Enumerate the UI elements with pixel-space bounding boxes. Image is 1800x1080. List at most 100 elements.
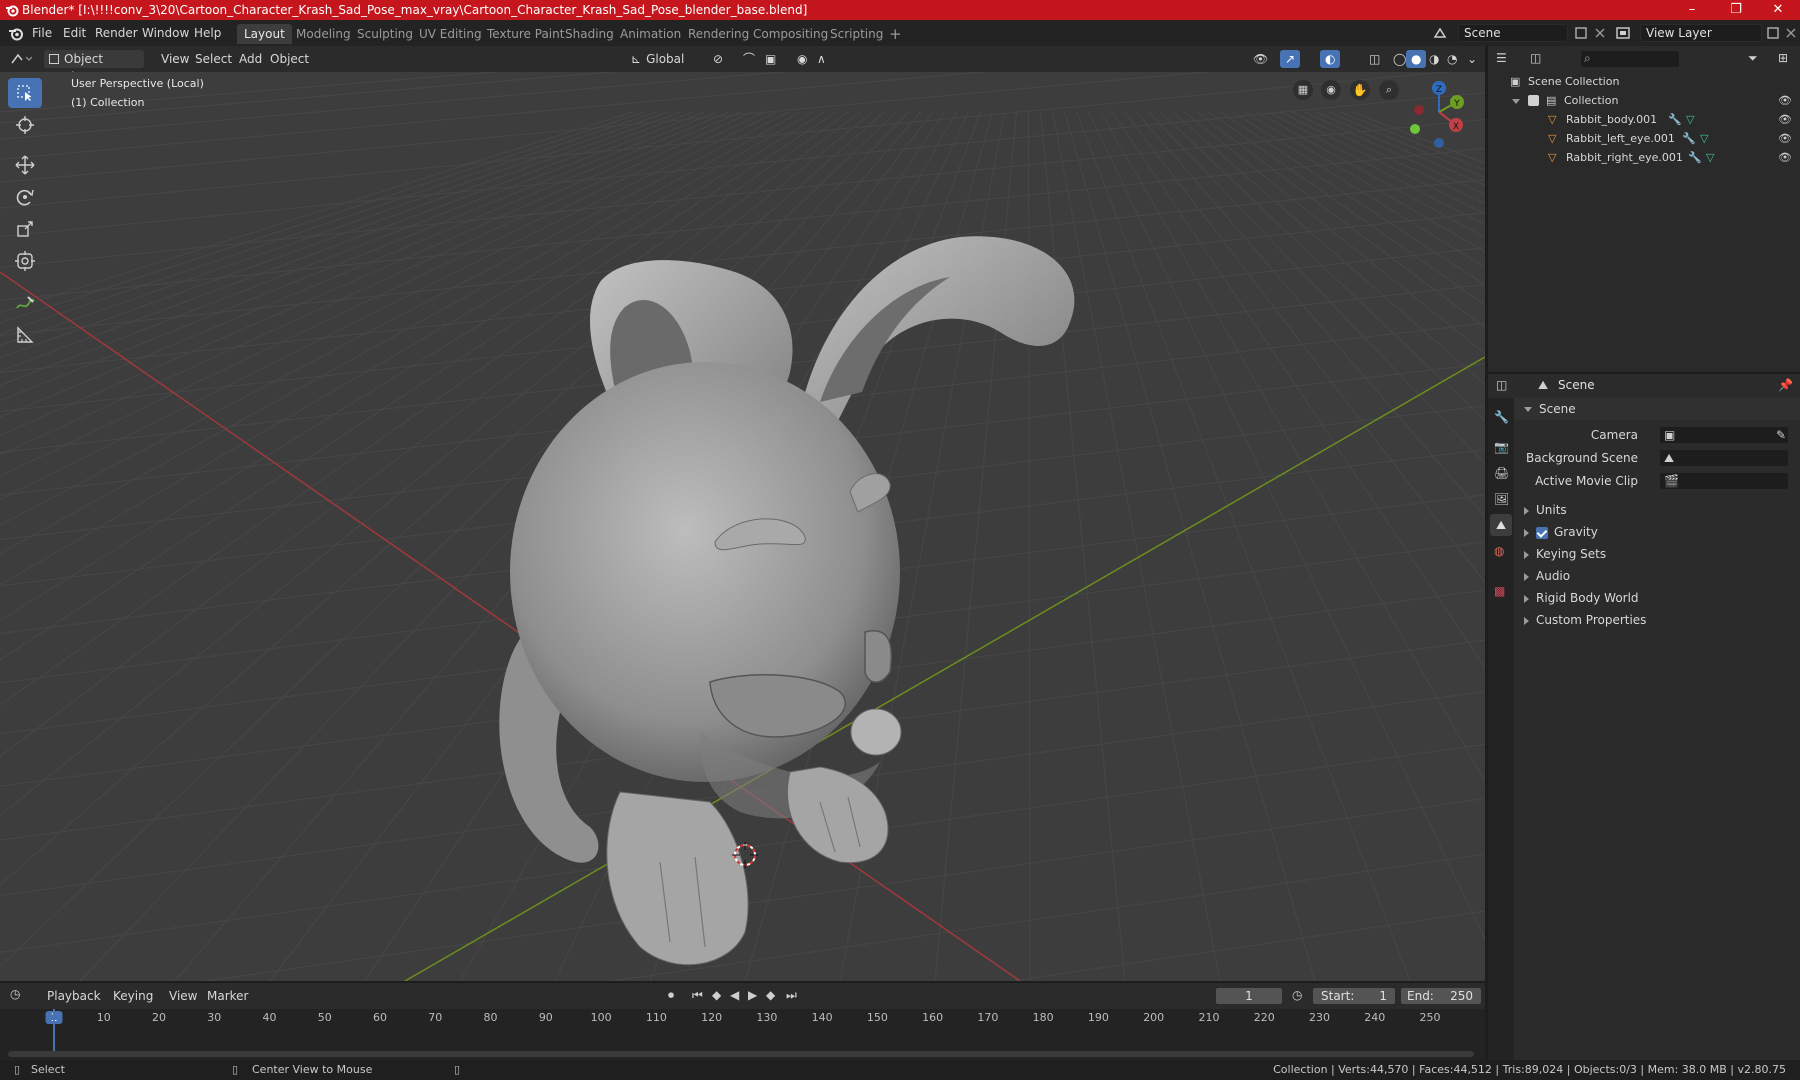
menu-marker[interactable]: Marker: [202, 987, 253, 1005]
current-frame-field[interactable]: 1: [1215, 987, 1283, 1005]
menu-playback[interactable]: Playback: [42, 987, 106, 1005]
xray-toggle-icon[interactable]: ◫: [1364, 50, 1385, 68]
measure-tool-icon[interactable]: [8, 320, 42, 350]
scene-tab-icon[interactable]: ⛰: [1490, 514, 1512, 536]
rotate-tool-icon[interactable]: [8, 182, 42, 212]
preview-range-icon[interactable]: ◷: [1292, 988, 1302, 1002]
proportional-editing-icon[interactable]: ◉: [792, 50, 812, 68]
audio-panel-header[interactable]: Audio: [1514, 565, 1800, 587]
jump-end-icon[interactable]: ⏭: [786, 988, 797, 1003]
outliner-row-collection[interactable]: ▤ Collection 👁: [1488, 91, 1800, 110]
scene-panel-header[interactable]: Scene: [1514, 398, 1800, 420]
mesh-data-icon[interactable]: ▽: [1706, 148, 1714, 167]
menu-render[interactable]: Render: [95, 25, 138, 42]
new-view-layer-icon[interactable]: [1766, 26, 1780, 40]
scene-icon[interactable]: [1432, 25, 1448, 41]
tab-layout[interactable]: Layout: [237, 24, 292, 44]
pin-icon[interactable]: 📌: [1778, 378, 1793, 392]
playhead[interactable]: [53, 1009, 55, 1051]
pan-hand-icon[interactable]: ✋: [1350, 80, 1370, 100]
move-tool-icon[interactable]: [8, 150, 42, 180]
menu-keying[interactable]: Keying: [108, 987, 158, 1005]
scene-selector[interactable]: Scene: [1458, 24, 1568, 42]
rabbit-model[interactable]: [499, 236, 1075, 966]
transform-orientation-selector[interactable]: ⊾ Global: [626, 50, 698, 68]
eyedropper-icon[interactable]: ✎: [1776, 424, 1786, 446]
rigid-body-world-panel-header[interactable]: Rigid Body World: [1514, 587, 1800, 609]
view-layer-icon[interactable]: [1615, 25, 1631, 41]
close-button[interactable]: ✕: [1756, 0, 1800, 20]
modifier-wrench-icon[interactable]: 🔧: [1682, 129, 1696, 148]
visibility-eye-icon[interactable]: 👁: [1778, 129, 1792, 148]
outliner-row-scene-collection[interactable]: ▣ Scene Collection: [1488, 72, 1800, 91]
tool-tab-icon[interactable]: 🔧: [1494, 410, 1509, 424]
menu-add[interactable]: Add: [234, 50, 267, 68]
visibility-eye-icon[interactable]: 👁: [1778, 91, 1792, 110]
jump-start-icon[interactable]: ⏮: [692, 988, 703, 1003]
tab-sculpting[interactable]: Sculpting: [350, 24, 420, 44]
overlays-toggle-icon[interactable]: ◐: [1320, 50, 1341, 68]
properties-editor-icon[interactable]: ◫: [1496, 378, 1507, 392]
delete-view-layer-icon[interactable]: [1784, 26, 1798, 40]
end-frame-field[interactable]: End: 250: [1400, 987, 1482, 1005]
grid-view-icon[interactable]: ▦: [1293, 80, 1313, 100]
keying-sets-panel-header[interactable]: Keying Sets: [1514, 543, 1800, 565]
render-tab-icon[interactable]: 📷: [1494, 440, 1509, 454]
mesh-data-icon[interactable]: ▽: [1686, 110, 1694, 129]
tab-modeling[interactable]: Modeling: [289, 24, 358, 44]
menu-object[interactable]: Object: [265, 50, 314, 68]
menu-window[interactable]: Window: [142, 25, 189, 42]
prev-keyframe-icon[interactable]: ◆: [712, 988, 721, 1002]
outliner-editor-icon[interactable]: ☰: [1496, 51, 1507, 65]
units-panel-header[interactable]: Units: [1514, 499, 1800, 521]
pivot-point-icon[interactable]: ⊘: [708, 50, 728, 68]
new-collection-icon[interactable]: ⊞: [1778, 51, 1788, 65]
visibility-eye-icon[interactable]: 👁: [1778, 110, 1792, 129]
menu-edit[interactable]: Edit: [63, 25, 86, 42]
shading-options-icon[interactable]: ⌄: [1462, 50, 1482, 68]
custom-properties-panel-header[interactable]: Custom Properties: [1514, 609, 1800, 631]
world-tab-icon[interactable]: ◍: [1494, 544, 1504, 558]
cursor-tool-icon[interactable]: [8, 110, 42, 140]
add-workspace-button[interactable]: +: [882, 24, 909, 44]
snap-target-icon[interactable]: ▣: [760, 50, 781, 68]
visibility-icon[interactable]: 👁: [1248, 50, 1273, 68]
editor-type-icon[interactable]: [10, 51, 34, 67]
expand-arrow-icon[interactable]: [1512, 91, 1527, 110]
mode-selector[interactable]: Object Mode: [44, 50, 144, 84]
play-reverse-icon[interactable]: ◀: [730, 988, 739, 1002]
gizmo-toggle-icon[interactable]: ↗: [1280, 50, 1301, 68]
zoom-icon[interactable]: ⌕: [1379, 80, 1399, 100]
3d-viewport[interactable]: User Perspective (Local) (1) Collection …: [0, 72, 1485, 981]
tab-shading[interactable]: Shading: [558, 24, 621, 44]
view-layer-tab-icon[interactable]: 🖼: [1494, 492, 1509, 506]
snap-icon[interactable]: ⌒: [738, 50, 760, 68]
select-box-tool-icon[interactable]: [8, 78, 42, 108]
timeline-area[interactable]: 1102030405060708090100110120130140150160…: [0, 1009, 1485, 1060]
texture-tab-icon[interactable]: ▩: [1494, 584, 1505, 598]
menu-select[interactable]: Select: [190, 50, 237, 68]
modifier-wrench-icon[interactable]: 🔧: [1668, 110, 1682, 129]
menu-file[interactable]: File: [32, 25, 52, 42]
start-frame-field[interactable]: Start: 1: [1312, 987, 1396, 1005]
menu-view[interactable]: View: [156, 50, 194, 68]
outliner-row-object[interactable]: ▽ Rabbit_right_eye.001 🔧 ▽ 👁: [1488, 148, 1800, 167]
camera-view-icon[interactable]: ◉: [1321, 80, 1341, 100]
menu-help[interactable]: Help: [194, 25, 221, 42]
rendered-shading-icon[interactable]: ◔: [1442, 50, 1462, 68]
play-icon[interactable]: ▶: [748, 988, 757, 1002]
display-mode-icon[interactable]: ◫: [1530, 51, 1541, 65]
annotate-tool-icon[interactable]: [8, 288, 42, 318]
tab-scripting[interactable]: Scripting: [823, 24, 890, 44]
navigation-gizmo[interactable]: Z Y X: [1402, 72, 1482, 152]
timeline-scrollbar[interactable]: [8, 1051, 1474, 1057]
falloff-icon[interactable]: ∧: [812, 50, 831, 68]
maximize-button[interactable]: ❐: [1714, 0, 1758, 20]
modifier-wrench-icon[interactable]: 🔧: [1688, 148, 1702, 167]
tab-uv-editing[interactable]: UV Editing: [412, 24, 489, 44]
filter-icon[interactable]: ⏷: [1748, 51, 1758, 66]
output-tab-icon[interactable]: 🖨: [1494, 466, 1509, 480]
scale-tool-icon[interactable]: [8, 214, 42, 244]
gravity-checkbox[interactable]: [1536, 526, 1548, 539]
tab-animation[interactable]: Animation: [613, 24, 688, 44]
